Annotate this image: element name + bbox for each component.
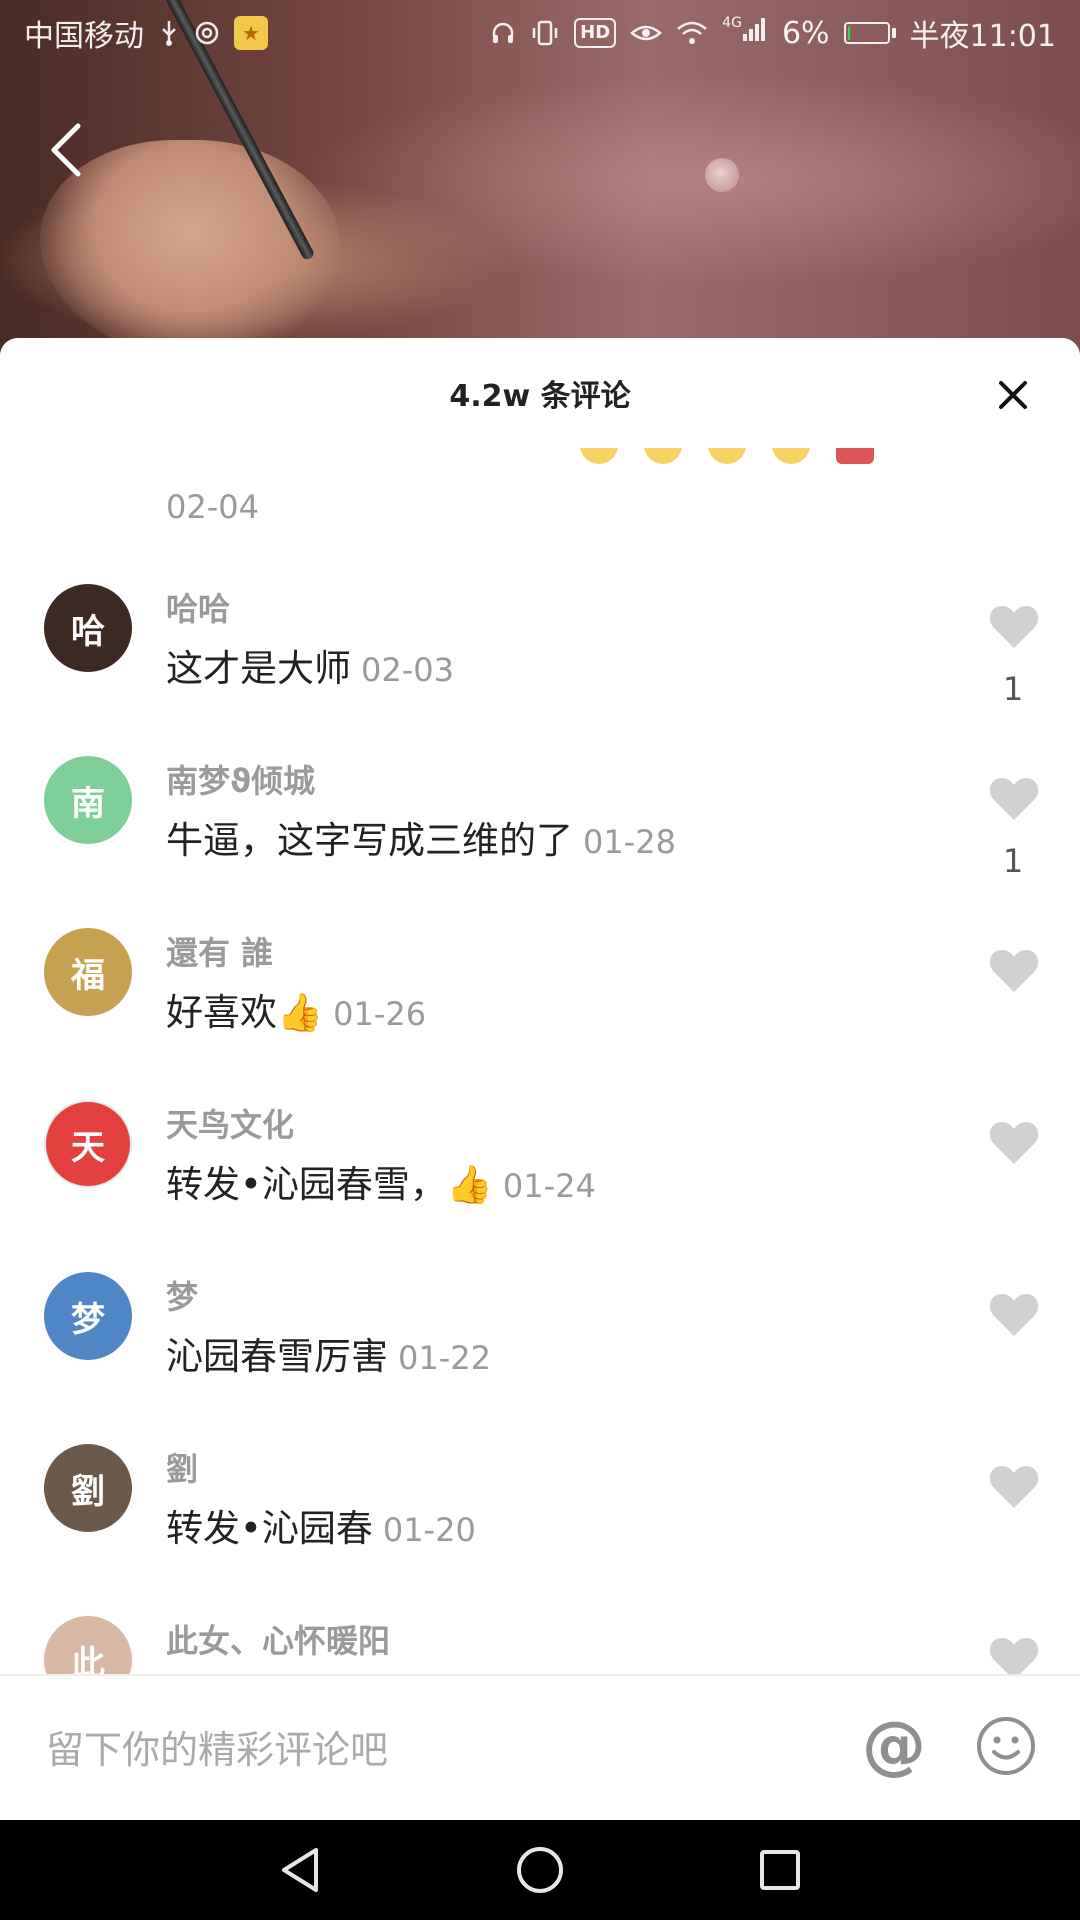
headphones-icon [490, 16, 516, 50]
vibrate-icon [530, 16, 560, 50]
back-triangle-icon[interactable] [265, 1835, 335, 1905]
star-app-icon: ★ [234, 16, 268, 50]
carrier-label: 中国移动 [24, 19, 144, 54]
avatar[interactable]: 福 [44, 928, 132, 1016]
avatar[interactable]: 劉 [44, 1444, 132, 1532]
emoji-icon [644, 448, 682, 464]
battery-nub [891, 28, 896, 38]
comment-input-bar: @ [0, 1674, 1080, 1820]
comment-line: 牛逼，这字写成三维的了 01-28 [166, 810, 966, 864]
username[interactable]: 天鸟文化 [166, 1100, 294, 1146]
comment-item[interactable]: 哈 哈哈 这才是大师 02-03 1 [0, 566, 1080, 738]
heart-icon[interactable] [986, 1460, 1042, 1512]
eye-icon [630, 16, 663, 50]
app-screen: 中国移动 ★ HD 4G 6% 半夜11:01 4.2w 条评论 02-04 哈… [0, 0, 1080, 1920]
avatar-initial: 梦 [71, 1299, 105, 1340]
usb-icon [158, 16, 180, 50]
heart-icon[interactable] [986, 944, 1042, 996]
heart-icon[interactable] [986, 1632, 1042, 1674]
comment-item[interactable]: 梦 梦 沁园春雪厉害 01-22 [0, 1254, 1080, 1426]
username[interactable]: 南梦ϑ倾城 [166, 756, 315, 802]
status-left: 中国移动 ★ [24, 11, 268, 55]
username[interactable]: 此女、心怀暖阳 [166, 1616, 390, 1662]
comments-title: 4.2w 条评论 [449, 379, 631, 414]
avatar[interactable]: 此 [44, 1616, 132, 1674]
comment-item[interactable]: 天 天鸟文化 转发•沁园春雪，👍 01-24 [0, 1082, 1080, 1254]
comment-line: 好喜欢👍 01-26 [166, 982, 966, 1036]
system-nav-bar [0, 1820, 1080, 1920]
emoji-icon [772, 448, 810, 464]
avatar-initial: 哈 [71, 611, 105, 652]
close-icon[interactable] [988, 370, 1038, 420]
avatar[interactable]: 梦 [44, 1272, 132, 1360]
at-mention-button[interactable]: @ [858, 1710, 930, 1782]
avatar-initial: 福 [71, 955, 105, 996]
emoji-icon [836, 448, 874, 464]
comments-sheet: 4.2w 条评论 02-04 哈 哈哈 这才是大师 02-03 1 南 南梦ϑ倾… [0, 338, 1080, 1820]
emoji-icon [708, 448, 746, 464]
comment-input[interactable] [44, 1718, 828, 1782]
comment-date: 02-03 [361, 651, 454, 689]
previous-comment-emojis [580, 448, 874, 464]
like-count: 1 [1002, 842, 1024, 880]
avatar[interactable]: 哈 [44, 584, 132, 672]
recents-square-icon[interactable] [745, 1835, 815, 1905]
comment-line: 转发•沁园春雪，👍 01-24 [166, 1154, 966, 1208]
emoji-icon[interactable] [970, 1710, 1042, 1782]
comment-item[interactable]: 福 還有 誰 好喜欢👍 01-26 [0, 910, 1080, 1082]
username[interactable]: 哈哈 [166, 584, 230, 630]
comment-text: 转发•沁园春雪，👍 [166, 1163, 493, 1206]
avatar-initial: 天 [71, 1127, 105, 1168]
status-bar: 中国移动 ★ HD 4G 6% 半夜11:01 [0, 0, 1080, 66]
hotspot-icon [194, 16, 220, 50]
previous-comment-tail: 02-04 [0, 448, 1080, 566]
wifi-icon [676, 16, 708, 50]
comment-line: 这才是大师 02-03 [166, 638, 966, 692]
battery-icon [843, 22, 896, 44]
clock: 半夜11:01 [909, 19, 1056, 54]
comment-date: 01-28 [583, 823, 676, 861]
comment-date: 01-24 [502, 1167, 596, 1205]
avatar[interactable]: 天 [44, 1100, 132, 1188]
comments-header: 4.2w 条评论 [0, 338, 1080, 448]
comment-line: 沁园春雪厉害 01-22 [166, 1326, 966, 1380]
heart-icon[interactable] [986, 1116, 1042, 1168]
username[interactable]: 梦 [166, 1272, 198, 1318]
comment-item[interactable]: 此 此女、心怀暖阳 [0, 1598, 1080, 1674]
back-arrow-icon[interactable] [36, 110, 96, 190]
avatar[interactable]: 南 [44, 756, 132, 844]
comment-text: 这才是大师 [166, 647, 351, 690]
comment-list[interactable]: 02-04 哈 哈哈 这才是大师 02-03 1 南 南梦ϑ倾城 牛逼，这字写成… [0, 448, 1080, 1674]
home-circle-icon[interactable] [505, 1835, 575, 1905]
comment-item[interactable]: 南 南梦ϑ倾城 牛逼，这字写成三维的了 01-28 1 [0, 738, 1080, 910]
hd-icon: HD [574, 18, 617, 48]
comment-item[interactable]: 劉 劉 转发•沁园春 01-20 [0, 1426, 1080, 1598]
comment-date: 01-20 [382, 1511, 476, 1549]
signal-4g-icon: 4G [722, 16, 768, 50]
network-label: 4G [722, 15, 742, 31]
username[interactable]: 還有 誰 [166, 928, 273, 974]
battery-body [843, 22, 890, 44]
comment-text: 转发•沁园春 [166, 1507, 373, 1550]
comment-text: 好喜欢👍 [166, 991, 324, 1034]
avatar-initial: 此 [71, 1643, 105, 1675]
comment-date: 02-04 [166, 488, 259, 526]
emoji-icon [580, 448, 618, 464]
heart-icon[interactable] [986, 772, 1042, 824]
battery-fill [847, 26, 850, 40]
username[interactable]: 劉 [166, 1444, 198, 1490]
battery-percent: 6% [781, 15, 830, 51]
heart-icon[interactable] [986, 1288, 1042, 1340]
comment-text: 沁园春雪厉害 [166, 1335, 388, 1378]
like-count: 1 [1002, 670, 1024, 708]
comment-date: 01-26 [333, 995, 427, 1033]
status-right: HD 4G 6% 半夜11:01 [490, 11, 1056, 55]
heart-icon[interactable] [986, 600, 1042, 652]
comment-text: 牛逼，这字写成三维的了 [166, 819, 573, 862]
comment-line: 转发•沁园春 01-20 [166, 1498, 966, 1552]
comment-date: 01-22 [398, 1339, 491, 1377]
avatar-initial: 劉 [71, 1471, 105, 1512]
video-shirt-button [705, 158, 739, 192]
avatar-initial: 南 [71, 783, 105, 824]
